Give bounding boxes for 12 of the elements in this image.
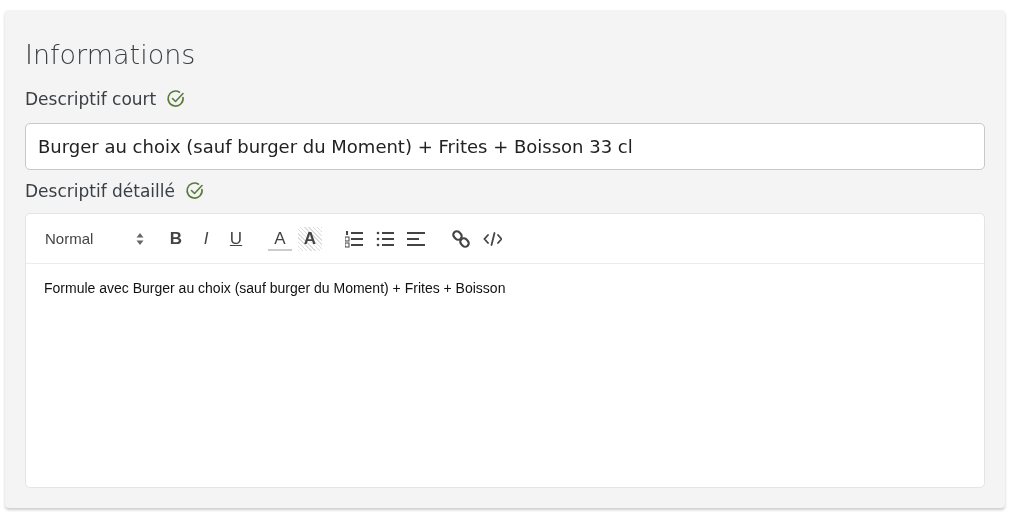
editor-text: Formule avec Burger au choix (sauf burger du Moment) + Frites + Boisson — [44, 280, 507, 296]
bold-button[interactable]: B — [164, 226, 188, 251]
section-title: Informations — [25, 38, 197, 72]
underline-button[interactable]: U — [224, 226, 248, 251]
background-color-button[interactable]: A — [298, 226, 322, 251]
field-label: Descriptif court — [25, 89, 157, 109]
format-dropdown[interactable]: Normal — [38, 230, 150, 247]
sort-icon — [136, 231, 144, 246]
field-label: Descriptif détaillé — [25, 181, 175, 201]
text-color-button[interactable]: A — [268, 226, 292, 251]
text-input[interactable]: Burger au choix (sauf burger du Moment) + Frites + Boisson 33 cl — [25, 123, 985, 170]
italic-button[interactable]: I — [194, 226, 218, 251]
